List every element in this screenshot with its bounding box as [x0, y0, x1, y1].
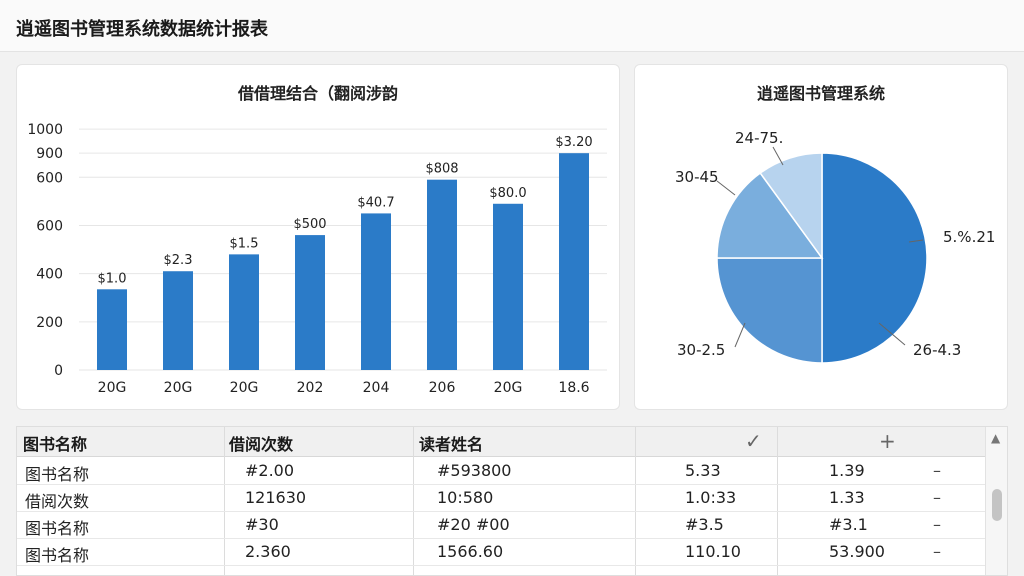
- pie-slice: [716, 257, 823, 364]
- y-tick-label: 0: [54, 363, 63, 379]
- table-cell: 1.0:33: [685, 488, 737, 507]
- bar-data-label: $3.20: [555, 135, 592, 150]
- table-cell: #30: [245, 515, 279, 534]
- table-cell: #593800: [437, 461, 512, 480]
- check-icon[interactable]: ✓: [745, 429, 762, 453]
- remove-row-icon[interactable]: –: [933, 488, 941, 507]
- table-cell: #2.00: [245, 461, 295, 480]
- y-tick-label: 900: [36, 146, 63, 162]
- bar-data-label: $40.7: [357, 195, 394, 210]
- table-header: 图书名称 借阅次数 读者姓名 ✓ +: [17, 427, 987, 457]
- bar: [295, 235, 325, 370]
- table-cell: 2.360: [245, 542, 291, 561]
- bar-data-label: $1.0: [98, 271, 127, 286]
- table-cell: #20 #00: [437, 515, 510, 534]
- pie-slice-label: 30-45: [675, 168, 719, 186]
- table-row[interactable]: 图书名称 #30 #20 #00 #3.5 #3.1 –: [17, 512, 987, 539]
- table-cell: 1566.60: [437, 542, 504, 561]
- table-cell: 110.10: [685, 542, 741, 561]
- x-tick-label: 20G: [164, 380, 193, 396]
- table-cell: 借阅次数: [25, 492, 90, 511]
- x-tick-label: 202: [297, 380, 324, 396]
- table-cell: 1.39: [829, 461, 865, 480]
- remove-row-icon[interactable]: –: [933, 461, 941, 480]
- table-cell: 图书名称: [25, 465, 90, 484]
- y-tick-label: 600: [36, 218, 63, 234]
- data-table: 图书名称 借阅次数 读者姓名 ✓ + 图书名称 #2.00 #593800 5.33 1…: [16, 426, 1008, 576]
- bar: [229, 254, 259, 370]
- plus-icon[interactable]: +: [879, 429, 896, 453]
- table-cell: 图书名称: [25, 546, 90, 565]
- bar: [427, 179, 457, 370]
- remove-row-icon[interactable]: –: [933, 542, 941, 561]
- bar: [163, 271, 193, 370]
- pie-slice: [821, 152, 928, 364]
- x-tick-label: 204: [363, 380, 390, 396]
- pie-slice-label: 24-75.: [735, 129, 783, 147]
- bar-chart: 0 200 400 600 600 900 1000 $1.0 20G $2.3 20G $1.5 20…: [27, 122, 607, 396]
- table-row[interactable]: 借阅次数 121630 10:580 1.0:33 1.33 –: [17, 485, 987, 512]
- pie-chart-panel: 逍遥图书管理系统 5.%.21 26-4.3 30-2.5 30-45 24-75.: [634, 64, 1008, 410]
- table-cell: 53.900: [829, 542, 885, 561]
- y-tick-label: 400: [36, 267, 63, 283]
- bar-data-label: $500: [293, 217, 326, 232]
- pie-slice-label: 30-2.5: [677, 341, 725, 359]
- scroll-up-icon[interactable]: ▲: [991, 431, 1000, 445]
- pie-chart: 5.%.21 26-4.3 30-2.5 30-45 24-75.: [675, 129, 995, 364]
- table-row[interactable]: 图书名称 #2.00 #593800 5.33 1.39 –: [17, 458, 987, 485]
- bar: [361, 213, 391, 370]
- y-tick-label: 200: [36, 315, 63, 331]
- table-cell: #3.1: [829, 515, 868, 534]
- x-tick-label: 20G: [98, 380, 127, 396]
- pie-slice-label: 5.%.21: [943, 228, 995, 246]
- bar-data-label: $80.0: [489, 186, 526, 201]
- pie-leader-line: [734, 322, 746, 348]
- bar-data-label: $1.5: [230, 236, 259, 251]
- table-cell: 121630: [245, 488, 307, 507]
- y-tick-label: 1000: [27, 122, 63, 138]
- scroll-thumb[interactable]: [992, 489, 1002, 521]
- table-cell: 1.33: [829, 488, 865, 507]
- y-tick-label: 600: [36, 170, 63, 186]
- pie-leader-line: [716, 180, 736, 196]
- bar: [559, 153, 589, 370]
- header-borrow-count[interactable]: 借阅次数: [229, 431, 293, 455]
- pie-slice-label: 26-4.3: [913, 341, 961, 359]
- table-cell: 10:580: [437, 488, 494, 507]
- header-book-name[interactable]: 图书名称: [23, 431, 87, 455]
- bar: [97, 289, 127, 370]
- x-tick-label: 20G: [494, 380, 523, 396]
- table-row[interactable]: 图书名称 2.360 1566.60 110.10 53.900 –: [17, 539, 987, 566]
- remove-row-icon[interactable]: –: [933, 515, 941, 534]
- bar-data-label: $808: [425, 162, 458, 177]
- x-tick-label: 18.6: [558, 380, 589, 396]
- header-reader-name[interactable]: 读者姓名: [419, 431, 483, 455]
- table-cell: #3.5: [685, 515, 724, 534]
- table-cell: 图书名称: [25, 519, 90, 538]
- bar-chart-panel: 借借理结合（翻阅涉韵 0 200 400 600 600 900 1000 $1.0 20G $2…: [16, 64, 620, 410]
- bar-data-label: $2.3: [164, 253, 193, 268]
- bar: [493, 203, 523, 370]
- table-scrollbar[interactable]: ▲: [985, 427, 1007, 575]
- x-tick-label: 206: [429, 380, 456, 396]
- x-tick-label: 20G: [230, 380, 259, 396]
- app-title: 逍遥图书管理系统数据统计报表: [16, 19, 268, 40]
- app-header: 逍遥图书管理系统数据统计报表: [0, 0, 1024, 52]
- table-cell: 5.33: [685, 461, 721, 480]
